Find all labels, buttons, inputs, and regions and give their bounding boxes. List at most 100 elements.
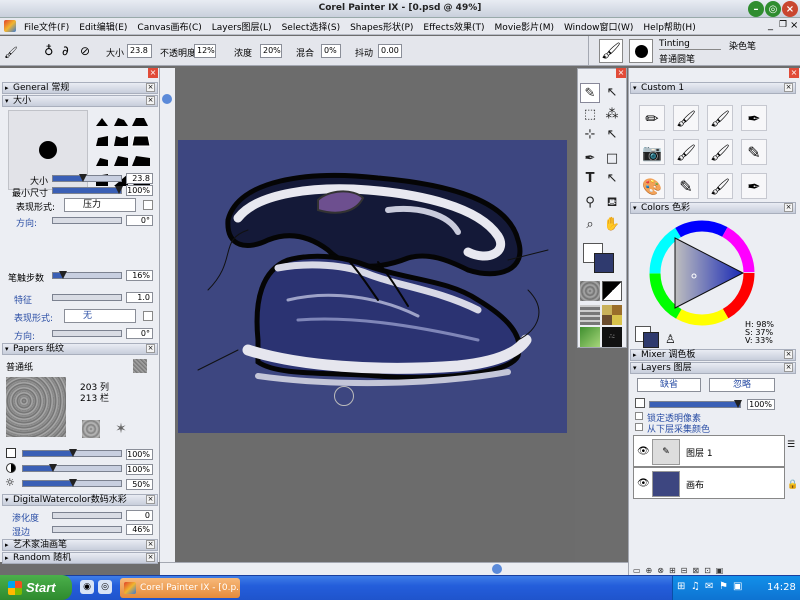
general-panel-header[interactable]: ▸ General 常规 × <box>2 82 158 94</box>
paper-brightness-slider[interactable] <box>22 479 122 487</box>
visibility-eye-icon[interactable]: 👁 <box>637 478 650 489</box>
custom-brush-chalk-icon[interactable]: ✎ <box>673 173 699 199</box>
brush-variant-name[interactable]: 普通圆笔 <box>659 52 695 65</box>
tray-shield-icon[interactable]: ⚑ <box>719 581 728 592</box>
brush-tool-icon[interactable]: 🖌 <box>4 46 18 59</box>
left-panel-scrollbar[interactable] <box>160 68 175 562</box>
restore-icon[interactable]: ◎ <box>765 1 781 17</box>
visibility-eye-icon[interactable]: 👁 <box>637 446 650 457</box>
freehand-icon[interactable]: ∂ <box>62 44 69 59</box>
menu-window[interactable]: Window窗口(W) <box>559 20 638 33</box>
composite-depth-select[interactable]: 忽略 <box>709 378 775 392</box>
stroke-type-icon[interactable]: ♁ <box>44 44 54 59</box>
straight-line-icon[interactable]: ⊘ <box>80 44 90 58</box>
min-size-slider[interactable] <box>52 186 123 194</box>
size-field[interactable]: 23.8 <box>127 44 152 58</box>
tray-ime-icon[interactable]: ✉ <box>705 581 713 592</box>
menu-select[interactable]: Select选择(S) <box>277 20 346 33</box>
custom-brush-oil-icon[interactable]: 🖌 <box>673 139 699 165</box>
composite-method-select[interactable]: 缺省 <box>637 378 701 392</box>
layer-opacity-value[interactable]: 100% <box>747 399 775 410</box>
custom-brush-tint-icon[interactable]: 🖌 <box>707 173 733 199</box>
invert-checkbox[interactable] <box>143 200 153 210</box>
paper-name[interactable]: 普通纸 <box>6 360 33 373</box>
canvas-horizontal-scrollbar[interactable] <box>160 562 628 575</box>
wet-edge-slider[interactable] <box>52 526 122 533</box>
tray-monitor-icon[interactable]: ▣ <box>733 581 742 592</box>
paint-bucket-icon[interactable]: ⛾ <box>602 193 622 213</box>
menu-edit[interactable]: Edit编辑(E) <box>74 20 132 33</box>
oil-brush-panel-header[interactable]: ▸ 艺术家油画笔 × <box>2 539 158 551</box>
clone-color-icon[interactable]: ♙ <box>665 332 676 346</box>
paper-scale-slider[interactable] <box>22 449 122 457</box>
opacity-field[interactable]: 12% <box>194 44 216 58</box>
wet-edge-value[interactable]: 46% <box>126 524 153 535</box>
paper-contrast-value[interactable]: 100% <box>126 464 153 475</box>
layer-name[interactable]: 画布 <box>686 478 704 491</box>
text-tool-icon[interactable]: T <box>580 169 600 189</box>
diffusion-value[interactable]: 0 <box>126 510 153 521</box>
layer-opacity-slider[interactable] <box>649 400 742 408</box>
taskbar-app-button[interactable]: Corel Painter IX - [0.p... <box>120 578 240 598</box>
menu-shapes[interactable]: Shapes形状(P) <box>345 20 418 33</box>
paper-selector[interactable] <box>580 281 600 301</box>
paper-scale-value[interactable]: 100% <box>126 449 153 460</box>
rect-select-icon[interactable]: ⬚ <box>580 105 600 125</box>
direction-value[interactable]: 0° <box>126 215 153 226</box>
shape-selection-icon[interactable]: ↖ <box>602 169 622 189</box>
menu-canvas[interactable]: Canvas画布(C) <box>132 20 206 33</box>
papers-panel-header[interactable]: ▾ Papers 纸纹 × <box>2 343 158 355</box>
menu-layers[interactable]: Layers图层(L) <box>207 20 277 33</box>
diffusion-slider[interactable] <box>52 512 122 519</box>
doc-restore-icon[interactable]: ❐ <box>779 20 787 30</box>
pattern-selector[interactable] <box>580 305 600 325</box>
menu-file[interactable]: File文件(F) <box>19 20 74 33</box>
close-right-palette-icon[interactable]: × <box>789 68 799 78</box>
pen-tool-icon[interactable]: ✒ <box>580 149 600 169</box>
close-icon[interactable]: × <box>782 1 798 17</box>
clock[interactable]: 14:28 <box>767 582 796 593</box>
direction-slider[interactable] <box>52 217 122 224</box>
doc-minimize-icon[interactable]: _ <box>768 20 773 31</box>
doc-close-icon[interactable]: × <box>790 20 798 31</box>
brush-category-name[interactable]: Tinting <box>659 39 721 50</box>
size-panel-header[interactable]: ▾ 大小 × <box>2 95 158 107</box>
size-value[interactable]: 23.8 <box>126 173 153 184</box>
size-slider[interactable] <box>52 174 122 182</box>
min-size-value[interactable]: 100% <box>126 185 153 196</box>
horizontal-scroll-thumb[interactable] <box>492 564 502 574</box>
custom-brush-wash-icon[interactable]: 🖌 <box>707 105 733 131</box>
mixer-panel-header[interactable]: ▸ Mixer 调色板 × <box>630 349 796 361</box>
main-color-swatch[interactable] <box>594 253 614 273</box>
custom-brush-pastel-icon[interactable]: ✎ <box>741 139 767 165</box>
grabber-icon[interactable]: ✋ <box>602 215 622 235</box>
custom-brush-pen-icon[interactable]: ✒ <box>741 173 767 199</box>
expression-select[interactable]: 压力 <box>64 198 136 212</box>
concentration-field[interactable]: 20% <box>260 44 282 58</box>
selection-adjuster-icon[interactable]: ↖ <box>602 125 622 145</box>
stroke-step-slider[interactable] <box>52 271 122 279</box>
invert2-checkbox[interactable] <box>143 311 153 321</box>
random-panel-header[interactable]: ▸ Random 随机 × <box>2 552 158 564</box>
brush-category-icon[interactable]: 🖌 <box>599 39 623 63</box>
layer-row[interactable]: 👁 ✎ 图层 1 <box>633 435 785 467</box>
layer-commands-bar[interactable]: ▭⊕⊗⊞⊟⊠⊡▣ <box>633 566 793 575</box>
tray-speaker-icon[interactable]: ♫ <box>691 581 700 592</box>
custom-brush-marker-icon[interactable]: ✒ <box>741 105 767 131</box>
magnifier-icon[interactable]: ⌕ <box>580 215 600 235</box>
crop-icon[interactable]: ⊹ <box>580 125 600 145</box>
close-toolbox-icon[interactable]: × <box>616 68 626 78</box>
expression2-select[interactable]: 无 <box>64 309 136 323</box>
nozzle-selector[interactable]: ∴: <box>602 327 622 347</box>
rectangle-tool-icon[interactable]: □ <box>602 149 622 169</box>
menu-movie[interactable]: Movie影片(M) <box>490 20 559 33</box>
direction2-value[interactable]: 0° <box>126 328 153 339</box>
custom-panel-header[interactable]: ▾ Custom 1 × <box>630 82 796 94</box>
magic-wand-icon[interactable]: ⁂ <box>602 105 622 125</box>
paper-contrast-slider[interactable] <box>22 464 122 472</box>
gradient-selector[interactable] <box>602 281 622 301</box>
color-wheel[interactable] <box>647 218 757 328</box>
scroll-thumb[interactable] <box>162 94 172 104</box>
custom-brush-acrylic-icon[interactable]: 🖌 <box>707 139 733 165</box>
blend-field[interactable]: 0% <box>321 44 341 58</box>
